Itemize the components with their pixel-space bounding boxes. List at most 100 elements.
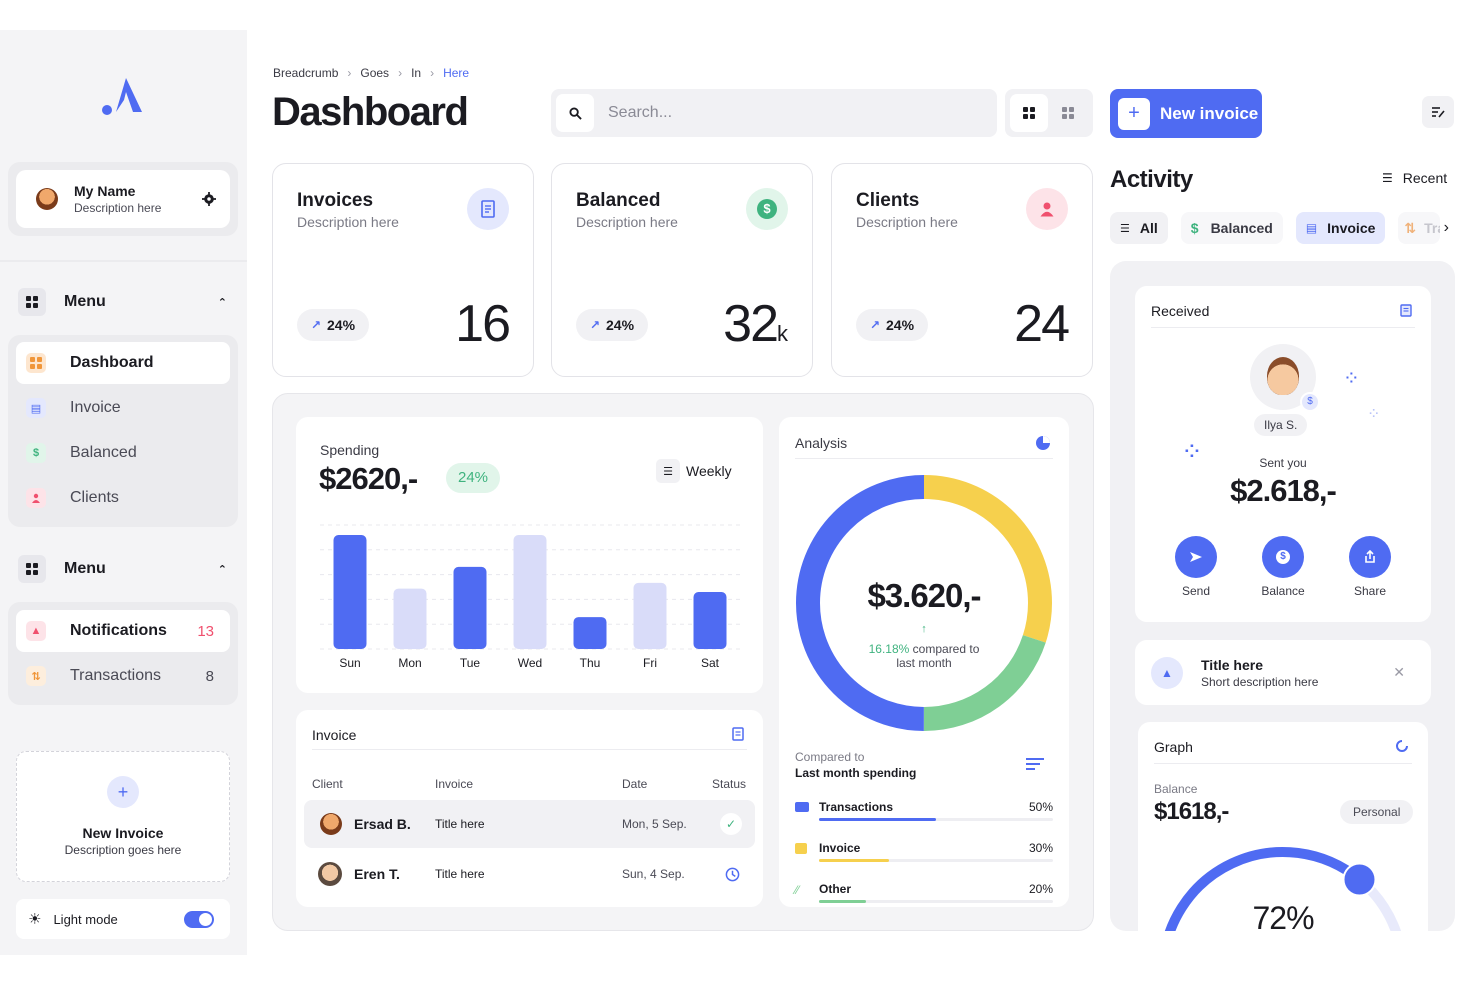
profile-card[interactable]: My Name Description here: [16, 170, 230, 228]
avatar: [36, 188, 58, 210]
menu-title-2: Menu: [64, 560, 106, 577]
stat-change: ↗ 24%: [576, 309, 648, 341]
breadcrumb-item[interactable]: Goes: [360, 66, 389, 80]
sidebar-item-dashboard[interactable]: Dashboard: [16, 342, 230, 384]
close-icon[interactable]: ✕: [1393, 664, 1405, 681]
stat-value-suffix: k: [777, 321, 788, 346]
filter-chip-label: Balanced: [1210, 220, 1273, 236]
chevron-right-icon[interactable]: ›: [1444, 219, 1449, 237]
bar-tue[interactable]: [453, 566, 487, 649]
plus-icon[interactable]: +: [107, 776, 139, 808]
bar-wed[interactable]: [513, 535, 547, 649]
column-header-date[interactable]: Date: [622, 777, 647, 791]
dollar-icon: $: [746, 188, 788, 230]
sidebar-item-transactions[interactable]: ⇅ Transactions 8: [16, 655, 230, 697]
list-view-button[interactable]: [1048, 94, 1088, 132]
gauge-percent: 72%: [1252, 900, 1314, 931]
sidebar-item-balanced[interactable]: $ Balanced: [16, 432, 230, 474]
invoice-icon[interactable]: [732, 727, 744, 741]
spending-label: Spending: [320, 442, 380, 458]
bar-mon[interactable]: [393, 588, 427, 649]
transactions-icon: [795, 802, 809, 812]
refresh-icon[interactable]: [1395, 739, 1409, 753]
invoice-icon: [467, 188, 509, 230]
chevron-up-icon[interactable]: ⌃: [218, 563, 227, 576]
invoice-icon[interactable]: [1400, 304, 1412, 317]
spending-change-badge: 24%: [446, 463, 501, 493]
share-button[interactable]: [1349, 536, 1391, 578]
search-bar[interactable]: Search...: [551, 89, 997, 137]
balance-action[interactable]: $: [1262, 536, 1304, 578]
breadcrumb-item[interactable]: In: [411, 66, 421, 80]
x-tick-label: Sat: [701, 656, 720, 670]
sort-recent[interactable]: ☰ Recent: [1382, 170, 1447, 186]
stat-card-balanced[interactable]: Balanced Description here $ ↗ 24% 32k: [551, 163, 813, 377]
column-header-client[interactable]: Client: [312, 777, 343, 791]
avatar: [318, 862, 342, 886]
edit-list-button[interactable]: [1422, 96, 1454, 128]
new-invoice-description: Description goes here: [64, 843, 182, 857]
menu-header-2[interactable]: Menu ⌃: [18, 552, 233, 586]
masonry-icon: [1062, 107, 1074, 119]
menu-header-1[interactable]: Menu ⌃: [18, 285, 233, 319]
filter-chip-balanced[interactable]: $ Balanced: [1180, 212, 1283, 244]
invoice-icon: ▤: [1305, 221, 1318, 235]
column-header-status[interactable]: Status: [712, 777, 746, 791]
chevron-up-icon[interactable]: ⌃: [218, 296, 227, 309]
light-mode-toggle[interactable]: [184, 910, 214, 928]
send-button[interactable]: [1175, 536, 1217, 578]
breakdown-label: Invoice: [819, 841, 861, 855]
filter-icon: ☰: [1120, 222, 1130, 235]
personal-tag[interactable]: Personal: [1340, 800, 1414, 824]
received-title: Received: [1151, 303, 1210, 319]
table-row[interactable]: Eren T. Title here Sun, 4 Sep.: [304, 850, 755, 898]
bell-icon: ▲: [1151, 656, 1183, 689]
invoice-table-card: Invoice Client Invoice Date Status Ersad…: [296, 710, 763, 907]
search-input[interactable]: Search...: [608, 104, 672, 122]
new-invoice-button[interactable]: + New invoice: [1110, 89, 1262, 138]
filter-chip-transactions[interactable]: ⇅ Tra: [1398, 212, 1441, 244]
new-invoice-label: New invoice: [1160, 103, 1259, 123]
sidebar-item-clients[interactable]: Clients: [16, 477, 230, 519]
sort-lines-icon[interactable]: [1025, 757, 1045, 771]
stat-card-invoices[interactable]: Invoices Description here ↗ 24% 16: [272, 163, 534, 377]
x-tick-label: Sun: [339, 656, 360, 670]
bar-sat[interactable]: [693, 592, 727, 649]
clock-icon: [725, 867, 740, 881]
breadcrumb-current[interactable]: Here: [443, 66, 469, 80]
new-invoice-dropzone[interactable]: + New Invoice Description goes here: [16, 751, 230, 882]
x-tick-label: Mon: [398, 656, 421, 670]
bell-icon: ▲: [26, 621, 46, 641]
filter-chip-invoice[interactable]: ▤ Invoice: [1295, 212, 1386, 244]
sidebar-item-label: Clients: [70, 489, 119, 506]
logo[interactable]: [98, 72, 148, 118]
pie-chart-icon[interactable]: [1035, 435, 1051, 451]
invoice-icon: [795, 843, 807, 854]
table-row[interactable]: Ersad B. Title here Mon, 5 Sep. ✓: [304, 800, 755, 848]
bar-sun[interactable]: [333, 535, 367, 649]
stat-value: 16: [455, 295, 511, 353]
bar-fri[interactable]: [633, 582, 667, 649]
sidebar-item-invoice[interactable]: ▤ Invoice: [16, 387, 230, 429]
progress-fill: [819, 818, 936, 821]
bar-thu[interactable]: [573, 617, 607, 649]
analysis-card: Analysis $3.620,- ↑ 16.18% compared to l…: [779, 417, 1069, 907]
period-selector[interactable]: ☰ Weekly: [656, 459, 732, 483]
breadcrumb-item[interactable]: Breadcrumb: [273, 66, 338, 80]
dollar-icon: $: [1276, 550, 1290, 564]
gauge-handle[interactable]: [1342, 862, 1377, 897]
balance-button[interactable]: $: [1262, 536, 1304, 578]
notification-card[interactable]: ▲ Title here Short description here ✕: [1135, 640, 1431, 705]
stat-value-number: 32: [723, 295, 779, 353]
column-header-invoice[interactable]: Invoice: [435, 777, 473, 791]
breakdown-row: ⁄⁄ Other 20%: [795, 882, 1053, 923]
grid-view-button[interactable]: [1010, 94, 1048, 132]
send-action[interactable]: [1175, 536, 1217, 578]
progress-track: [819, 818, 1053, 821]
share-action[interactable]: [1349, 536, 1391, 578]
filter-chip-all[interactable]: ☰ All: [1110, 212, 1168, 244]
gear-icon[interactable]: [202, 192, 216, 206]
sidebar-item-notifications[interactable]: ▲ Notifications 13: [16, 610, 230, 652]
breakdown-row: Transactions 50%: [795, 800, 1053, 841]
stat-card-clients[interactable]: Clients Description here ↗ 24% 24: [831, 163, 1093, 377]
